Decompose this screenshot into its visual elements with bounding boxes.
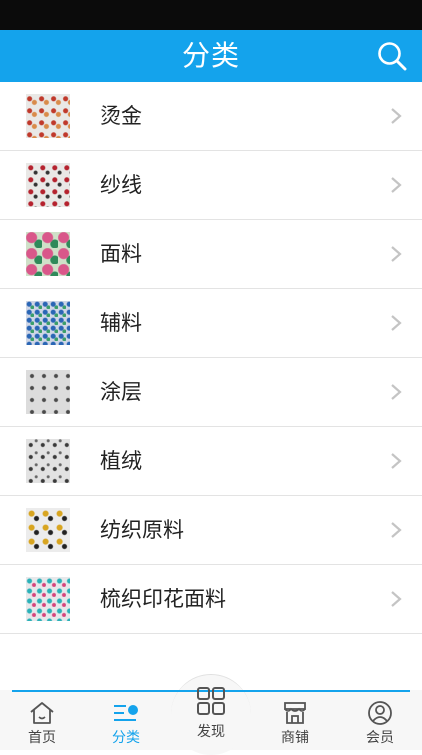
category-label: 梳织印花面料 (100, 587, 226, 611)
category-thumbnail (26, 163, 70, 207)
category-label: 植绒 (100, 449, 142, 473)
tab-shop[interactable]: 商铺 (253, 690, 337, 750)
tab-label: 商铺 (281, 730, 309, 746)
category-label: 纺织原料 (100, 518, 184, 542)
chevron-right-icon (391, 384, 402, 400)
tab-category[interactable]: 分类 (84, 690, 168, 750)
category-item-zhirong[interactable]: 植绒 (0, 427, 422, 496)
category-item-tuceng[interactable]: 涂层 (0, 358, 422, 427)
tab-label: 会员 (366, 730, 394, 746)
category-label: 纱线 (100, 173, 142, 197)
chevron-right-icon (391, 108, 402, 124)
category-thumbnail (26, 439, 70, 483)
search-button[interactable] (374, 38, 410, 74)
tab-member[interactable]: 会员 (338, 690, 422, 750)
category-item-tangjin[interactable]: 烫金 (0, 82, 422, 151)
chevron-right-icon (391, 315, 402, 331)
category-label: 辅料 (100, 311, 142, 335)
category-thumbnail (26, 370, 70, 414)
category-item-shaxian[interactable]: 纱线 (0, 151, 422, 220)
home-icon (30, 702, 54, 724)
chevron-right-icon (391, 177, 402, 193)
tab-label: 分类 (112, 730, 140, 746)
tab-label: 首页 (28, 730, 56, 746)
category-item-fangzhi-yuanliao[interactable]: 纺织原料 (0, 496, 422, 565)
chevron-right-icon (391, 591, 402, 607)
chevron-right-icon (391, 246, 402, 262)
header-bar: 分类 (0, 30, 422, 82)
status-bar (0, 0, 422, 30)
search-icon (378, 42, 407, 71)
grid-icon (197, 687, 225, 715)
chevron-right-icon (391, 522, 402, 538)
category-item-mianliao[interactable]: 面料 (0, 220, 422, 289)
bottom-tab-bar: 首页 分类 发现 商铺 会员 (0, 674, 422, 755)
user-icon (368, 701, 392, 725)
category-thumbnail (26, 508, 70, 552)
category-item-fuliao[interactable]: 辅料 (0, 289, 422, 358)
category-thumbnail (26, 94, 70, 138)
category-label: 烫金 (100, 104, 142, 128)
category-thumbnail (26, 301, 70, 345)
category-icon (114, 705, 138, 721)
category-item-shuzhi-yinhua[interactable]: 梳织印花面料 (0, 565, 422, 634)
category-label: 面料 (100, 242, 142, 266)
tab-home[interactable]: 首页 (0, 690, 84, 750)
category-thumbnail (26, 577, 70, 621)
category-thumbnail (26, 232, 70, 276)
shop-icon (284, 702, 306, 724)
chevron-right-icon (391, 453, 402, 469)
page-title: 分类 (181, 39, 240, 72)
category-list: 烫金 纱线 面料 辅料 涂层 植绒 纺织原料 梳织印花面料 (0, 82, 422, 634)
tab-label: 发现 (197, 724, 225, 740)
category-label: 涂层 (100, 380, 142, 404)
tab-discover[interactable]: 发现 (169, 687, 253, 750)
